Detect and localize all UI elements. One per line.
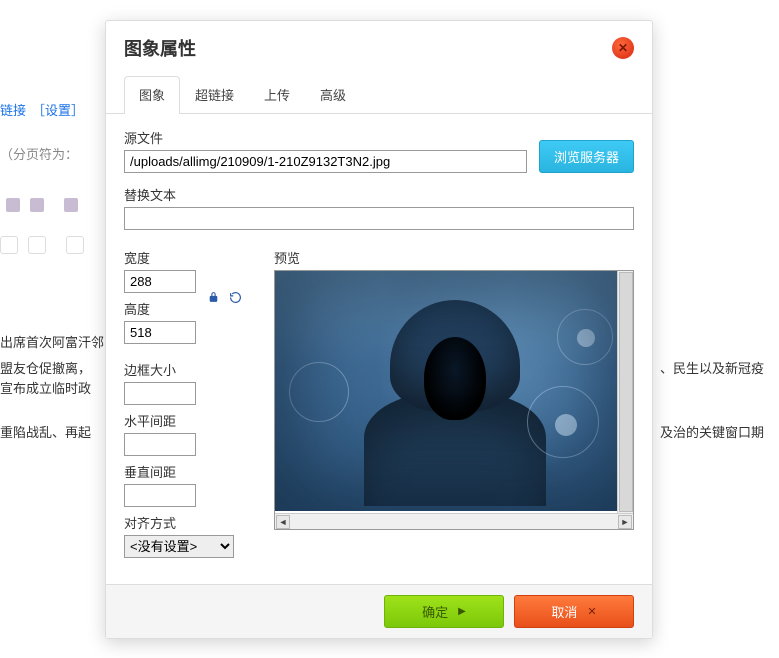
label-preview: 预览 bbox=[274, 248, 634, 267]
close-button[interactable]: ✕ bbox=[612, 37, 634, 59]
bg-settings-link[interactable]: ［设置］ bbox=[32, 100, 84, 119]
preview-image bbox=[275, 271, 633, 511]
label-align: 对齐方式 bbox=[124, 513, 256, 532]
lock-ratio-icon[interactable] bbox=[206, 290, 220, 304]
vspace-input[interactable] bbox=[124, 484, 196, 507]
preview-box: ◄ ► bbox=[274, 270, 634, 530]
label-hspace: 水平间距 bbox=[124, 411, 256, 430]
bg-toolbar-row-2 bbox=[0, 236, 84, 254]
bg-toolbar-row-1 bbox=[6, 198, 78, 212]
dialog-tabs: 图象 超链接 上传 高级 bbox=[124, 75, 634, 113]
close-icon: ✕ bbox=[587, 605, 596, 618]
label-vspace: 垂直间距 bbox=[124, 462, 256, 481]
tab-link[interactable]: 超链接 bbox=[180, 76, 249, 114]
label-alt-text: 替换文本 bbox=[124, 185, 634, 204]
reset-size-icon[interactable] bbox=[228, 290, 242, 304]
toolbar-icon[interactable] bbox=[66, 236, 84, 254]
image-properties-dialog: 图象属性 ✕ 图象 超链接 上传 高级 源文件 浏览服务器 替换文本 bbox=[105, 20, 653, 639]
ok-button[interactable]: 确定 ▶ bbox=[384, 595, 504, 628]
bg-content-line: 出席首次阿富汗邻 bbox=[0, 332, 104, 351]
close-icon: ✕ bbox=[618, 41, 628, 55]
alt-text-input[interactable] bbox=[124, 207, 634, 230]
preview-horizontal-scrollbar[interactable]: ◄ ► bbox=[275, 513, 633, 529]
label-width: 宽度 bbox=[124, 248, 196, 267]
preview-vertical-scrollbar[interactable] bbox=[617, 271, 633, 513]
label-height: 高度 bbox=[124, 299, 196, 318]
hspace-input[interactable] bbox=[124, 433, 196, 456]
dialog-body: 源文件 浏览服务器 替换文本 宽度 高度 bbox=[106, 113, 652, 584]
toolbar-icon[interactable] bbox=[6, 198, 20, 212]
dialog-footer: 确定 ▶ 取消 ✕ bbox=[106, 584, 652, 638]
dialog-header: 图象属性 ✕ bbox=[106, 21, 652, 61]
tab-upload[interactable]: 上传 bbox=[249, 76, 305, 114]
tab-image[interactable]: 图象 bbox=[124, 76, 180, 114]
preview-viewport[interactable] bbox=[275, 271, 633, 513]
label-source: 源文件 bbox=[124, 128, 527, 147]
bg-link-text[interactable]: 链接 bbox=[0, 100, 26, 119]
height-input[interactable] bbox=[124, 321, 196, 344]
toolbar-icon[interactable] bbox=[30, 198, 44, 212]
cancel-button-label: 取消 bbox=[551, 602, 577, 621]
ok-button-label: 确定 bbox=[422, 602, 448, 621]
scroll-left-icon[interactable]: ◄ bbox=[276, 515, 290, 529]
source-url-input[interactable] bbox=[124, 150, 527, 173]
bg-paginator-label: （分页符为： bbox=[0, 144, 78, 163]
scroll-right-icon[interactable]: ► bbox=[618, 515, 632, 529]
chevron-right-icon: ▶ bbox=[458, 606, 466, 617]
toolbar-icon[interactable] bbox=[64, 198, 78, 212]
width-input[interactable] bbox=[124, 270, 196, 293]
preview-column: 预览 bbox=[274, 248, 634, 558]
dimensions-column: 宽度 高度 bbox=[124, 248, 256, 558]
border-input[interactable] bbox=[124, 382, 196, 405]
tab-advanced[interactable]: 高级 bbox=[305, 76, 361, 114]
browse-server-button[interactable]: 浏览服务器 bbox=[539, 140, 634, 173]
cancel-button[interactable]: 取消 ✕ bbox=[514, 595, 634, 628]
bg-content-line: 重陷战乱、再起 bbox=[0, 422, 91, 441]
bg-content-right: 及治的关键窗口期 bbox=[660, 422, 764, 441]
scrollbar-thumb[interactable] bbox=[619, 272, 633, 512]
label-border: 边框大小 bbox=[124, 360, 256, 379]
bg-content-right: 、民生以及新冠疫 bbox=[660, 358, 764, 377]
toolbar-icon[interactable] bbox=[28, 236, 46, 254]
bg-content-line: 盟友仓促撤离， bbox=[0, 358, 91, 377]
dialog-title: 图象属性 bbox=[124, 35, 196, 61]
bg-content-line: 宣布成立临时政 bbox=[0, 378, 91, 397]
toolbar-icon[interactable] bbox=[0, 236, 18, 254]
align-select[interactable]: <没有设置> bbox=[124, 535, 234, 558]
